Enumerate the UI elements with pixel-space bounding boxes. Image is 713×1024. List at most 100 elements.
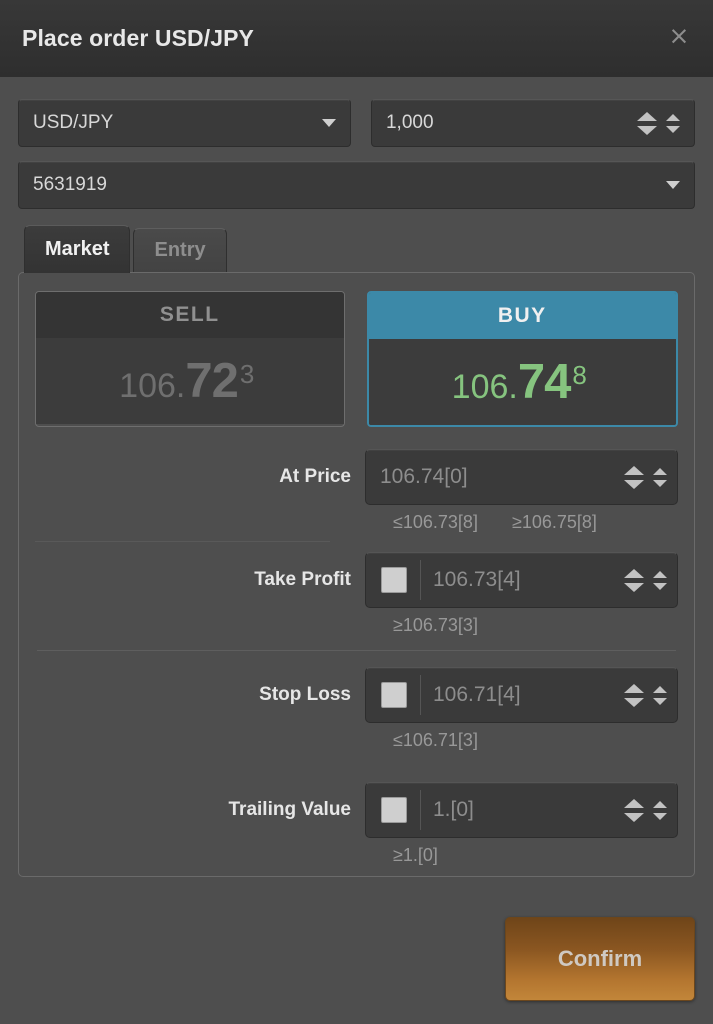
account-select-value: 5631919	[33, 174, 107, 195]
trailing-value-label: Trailing Value	[228, 799, 352, 820]
field-row-stop-loss: Stop Loss 106.71[4] ≤106.71[3]	[35, 667, 678, 751]
at-price-spinner-large[interactable]	[624, 465, 644, 489]
account-select[interactable]: 5631919	[18, 161, 695, 209]
order-type-tabs: Market Entry	[18, 225, 695, 273]
tab-market[interactable]: Market	[24, 225, 131, 273]
buy-price-prefix: 106.	[451, 367, 518, 406]
take-profit-checkbox[interactable]	[381, 567, 407, 593]
spinner-up-icon[interactable]	[624, 465, 644, 475]
sell-tile[interactable]: SELL 106. 72 3	[35, 291, 345, 427]
dialog-body: USD/JPY 1,000 5631919 Market Entry SELL …	[0, 77, 713, 893]
at-price-label: At Price	[279, 466, 351, 487]
divider	[420, 790, 421, 830]
chevron-down-icon[interactable]	[666, 181, 680, 189]
take-profit-hints: ≥106.73[3]	[365, 608, 678, 636]
divider-after-at-price	[35, 541, 330, 542]
field-row-take-profit: Take Profit 106.73[4] ≥106.73[3]	[35, 552, 678, 636]
order-panel: SELL 106. 72 3 BUY 106. 74 8 At Price 10…	[18, 272, 695, 877]
quantity-value: 1,000	[385, 112, 434, 133]
spinner-up-icon[interactable]	[666, 113, 680, 121]
at-price-value: 106.74[0]	[380, 465, 468, 488]
take-profit-hint-min: ≥106.73[3]	[393, 615, 478, 635]
take-profit-value: 106.73[4]	[433, 568, 521, 591]
quantity-stepper[interactable]: 1,000	[370, 99, 695, 147]
stop-loss-value: 106.71[4]	[433, 683, 521, 706]
spinner-down-icon[interactable]	[653, 582, 667, 590]
stop-loss-label: Stop Loss	[259, 684, 351, 705]
take-profit-label: Take Profit	[254, 569, 351, 590]
take-profit-spinner-large[interactable]	[624, 568, 644, 592]
quantity-spinner-large[interactable]	[637, 111, 657, 135]
buy-tile[interactable]: BUY 106. 74 8	[366, 291, 678, 427]
spinner-up-icon[interactable]	[653, 800, 667, 808]
buy-price-main: 74	[517, 354, 572, 409]
trailing-value-spinners	[624, 798, 667, 822]
spinner-up-icon[interactable]	[653, 570, 667, 578]
spinner-down-icon[interactable]	[624, 697, 644, 707]
trailing-value-spinner-large[interactable]	[624, 798, 644, 822]
trailing-value-checkbox[interactable]	[381, 797, 407, 823]
divider	[420, 560, 421, 600]
spinner-down-icon[interactable]	[624, 582, 644, 592]
confirm-button[interactable]: Confirm	[505, 916, 695, 1001]
at-price-hint-max: ≥106.75[8]	[511, 512, 597, 532]
spinner-down-icon[interactable]	[653, 812, 667, 820]
spinner-down-icon[interactable]	[624, 479, 644, 489]
sell-price-main: 72	[185, 353, 239, 408]
divider	[420, 675, 421, 715]
buy-price-pipette: 8	[572, 359, 587, 390]
spinner-up-icon[interactable]	[653, 467, 667, 475]
stop-loss-spinner-small[interactable]	[653, 685, 667, 705]
at-price-spinner-small[interactable]	[653, 467, 667, 487]
spinner-down-icon[interactable]	[624, 812, 644, 822]
symbol-quantity-row: USD/JPY 1,000	[18, 99, 695, 147]
buy-tile-price: 106. 74 8	[368, 339, 676, 425]
spinner-up-icon[interactable]	[637, 111, 657, 121]
take-profit-input[interactable]: 106.73[4]	[365, 552, 678, 608]
spinner-up-icon[interactable]	[653, 685, 667, 693]
dialog-titlebar: Place order USD/JPY ×	[0, 0, 713, 77]
chevron-down-icon[interactable]	[321, 119, 336, 127]
buy-tile-heading: BUY	[368, 293, 676, 339]
sell-price-pipette: 3	[239, 358, 255, 389]
at-price-input[interactable]: 106.74[0]	[365, 449, 678, 505]
at-price-hints: ≤106.73[8] ≥106.75[8]	[365, 505, 678, 533]
stop-loss-spinner-large[interactable]	[624, 683, 644, 707]
close-icon[interactable]: ×	[661, 17, 697, 53]
field-row-trailing-value: Trailing Value 1.[0] ≥1.[0]	[35, 782, 678, 866]
sell-price-prefix: 106.	[119, 366, 186, 405]
sell-tile-price: 106. 72 3	[36, 338, 344, 424]
spinner-up-icon[interactable]	[624, 683, 644, 693]
spinner-down-icon[interactable]	[653, 479, 667, 487]
symbol-select[interactable]: USD/JPY	[18, 99, 351, 147]
sell-tile-heading: SELL	[36, 292, 344, 338]
stop-loss-hints: ≤106.71[3]	[365, 723, 678, 751]
spinner-down-icon[interactable]	[666, 125, 680, 133]
page-title: Place order USD/JPY	[22, 25, 255, 51]
quantity-spinners	[637, 111, 680, 135]
stop-loss-hint-max: ≤106.71[3]	[393, 730, 478, 750]
take-profit-spinners	[624, 568, 667, 592]
spinner-up-icon[interactable]	[624, 798, 644, 808]
trailing-value-value: 1.[0]	[433, 798, 474, 821]
trailing-value-input[interactable]: 1.[0]	[365, 782, 678, 838]
place-order-dialog: Place order USD/JPY × USD/JPY 1,000 5631…	[0, 0, 713, 1024]
spinner-down-icon[interactable]	[637, 125, 657, 135]
spinner-down-icon[interactable]	[653, 697, 667, 705]
field-row-at-price: At Price 106.74[0] ≤106.73[8] ≥106.75[8]	[35, 449, 678, 533]
trailing-value-hint-min: ≥1.[0]	[393, 845, 438, 865]
quantity-spinner-small[interactable]	[666, 113, 680, 133]
spinner-up-icon[interactable]	[624, 568, 644, 578]
stop-loss-checkbox[interactable]	[381, 682, 407, 708]
at-price-spinners	[624, 465, 667, 489]
symbol-select-value: USD/JPY	[33, 112, 114, 133]
divider-after-take-profit	[37, 650, 676, 651]
dialog-footer: Confirm	[0, 893, 713, 1024]
stop-loss-spinners	[624, 683, 667, 707]
stop-loss-input[interactable]: 106.71[4]	[365, 667, 678, 723]
trailing-value-spinner-small[interactable]	[653, 800, 667, 820]
at-price-hint-min: ≤106.73[8]	[393, 512, 478, 532]
tab-entry[interactable]: Entry	[133, 228, 227, 272]
trailing-value-hints: ≥1.[0]	[365, 838, 678, 866]
take-profit-spinner-small[interactable]	[653, 570, 667, 590]
